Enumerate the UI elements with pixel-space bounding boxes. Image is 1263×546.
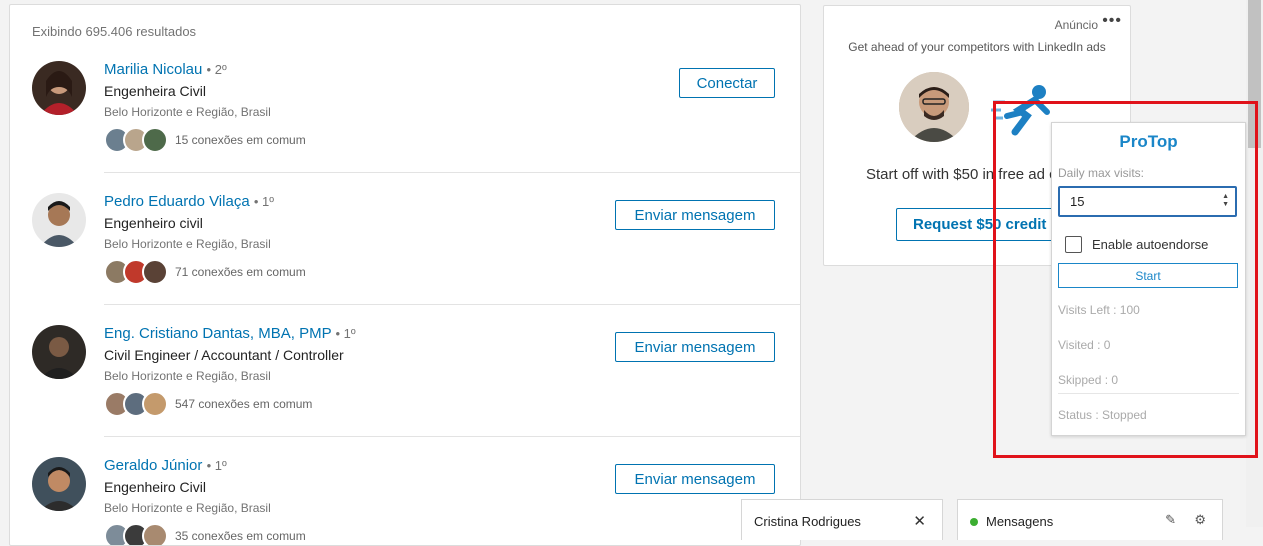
connect-button[interactable]: Conectar: [679, 68, 775, 98]
person-location: Belo Horizonte e Região, Brasil: [104, 369, 271, 383]
person-name[interactable]: Geraldo Júnior • 1º: [104, 457, 227, 474]
ad-label: Anúncio: [1054, 18, 1098, 32]
person-name[interactable]: Eng. Cristiano Dantas, MBA, PMP • 1º: [104, 325, 356, 342]
online-status-icon: [970, 518, 978, 526]
autoendorse-row[interactable]: Enable autoendorse: [1065, 236, 1208, 253]
daily-max-input[interactable]: 15 ▲ ▼: [1058, 186, 1237, 217]
protop-popup: ProTop Daily max visits: 15 ▲ ▼ Enable au…: [1051, 122, 1246, 436]
search-results-panel: Exibindo 695.406 resultados Marilia Nico…: [9, 4, 801, 546]
person-location: Belo Horizonte e Região, Brasil: [104, 237, 271, 251]
chat-window-tab[interactable]: Cristina Rodrigues ✕: [741, 499, 943, 540]
autoendorse-checkbox[interactable]: [1065, 236, 1082, 253]
status-text: Status : Stopped: [1058, 408, 1147, 422]
connection-degree: • 1º: [253, 194, 274, 209]
daily-max-label: Daily max visits:: [1058, 166, 1145, 180]
person-headline: Engenheira Civil: [104, 83, 206, 99]
shared-connections-count: 71 conexões em comum: [175, 265, 306, 279]
compose-icon[interactable]: ✎: [1165, 512, 1176, 528]
close-icon[interactable]: ✕: [913, 512, 926, 530]
autoendorse-label: Enable autoendorse: [1092, 237, 1209, 252]
visits-left: Visits Left : 100: [1058, 303, 1140, 317]
avatar: [142, 523, 168, 545]
spinner-arrows-icon[interactable]: ▲ ▼: [1222, 193, 1229, 209]
person-name[interactable]: Marilia Nicolau • 2º: [104, 61, 227, 78]
avatar[interactable]: [32, 325, 86, 379]
person-location: Belo Horizonte e Região, Brasil: [104, 105, 271, 119]
visited-count: Visited : 0: [1058, 338, 1111, 352]
messaging-tab[interactable]: Mensagens ✎ ⚙: [957, 499, 1223, 540]
shared-connections[interactable]: 15 conexões em comum: [104, 127, 306, 153]
avatar[interactable]: [32, 457, 86, 511]
daily-max-value: 15: [1070, 194, 1085, 209]
send-message-button[interactable]: Enviar mensagem: [615, 200, 775, 230]
start-button[interactable]: Start: [1058, 263, 1238, 288]
avatar[interactable]: [32, 193, 86, 247]
shared-connections[interactable]: 35 conexões em comum: [104, 523, 306, 545]
ad-avatar: [899, 72, 969, 142]
shared-connections[interactable]: 547 conexões em comum: [104, 391, 312, 417]
skipped-count: Skipped : 0: [1058, 373, 1119, 387]
list-item: Marilia Nicolau • 2º Engenheira Civil Be…: [10, 41, 800, 173]
list-item: Geraldo Júnior • 1º Engenheiro Civil Bel…: [10, 437, 800, 545]
shared-connections-count: 15 conexões em comum: [175, 133, 306, 147]
divider: [1058, 393, 1239, 394]
shared-connections[interactable]: 71 conexões em comum: [104, 259, 306, 285]
shared-connections-count: 35 conexões em comum: [175, 529, 306, 543]
connection-degree: • 2º: [206, 62, 227, 77]
connection-degree: • 1º: [206, 458, 227, 473]
person-headline: Civil Engineer / Accountant / Controller: [104, 347, 344, 363]
person-location: Belo Horizonte e Região, Brasil: [104, 501, 271, 515]
avatar: [142, 259, 168, 285]
ad-tagline: Get ahead of your competitors with Linke…: [848, 40, 1106, 54]
person-headline: Engenheiro Civil: [104, 479, 206, 495]
avatar: [142, 127, 168, 153]
avatar: [142, 391, 168, 417]
results-count: Exibindo 695.406 resultados: [32, 24, 197, 39]
popup-title: ProTop: [1119, 132, 1178, 151]
list-item: Pedro Eduardo Vilaça • 1º Engenheiro civ…: [10, 173, 800, 305]
person-headline: Engenheiro civil: [104, 215, 203, 231]
avatar[interactable]: [32, 61, 86, 115]
list-item: Eng. Cristiano Dantas, MBA, PMP • 1º Civ…: [10, 305, 800, 437]
send-message-button[interactable]: Enviar mensagem: [615, 464, 775, 494]
gear-icon[interactable]: ⚙: [1194, 512, 1206, 528]
shared-connections-count: 547 conexões em comum: [175, 397, 313, 411]
more-options-icon[interactable]: •••: [1102, 12, 1122, 30]
send-message-button[interactable]: Enviar mensagem: [615, 332, 775, 362]
connection-degree: • 1º: [335, 326, 356, 341]
person-name[interactable]: Pedro Eduardo Vilaça • 1º: [104, 193, 274, 210]
